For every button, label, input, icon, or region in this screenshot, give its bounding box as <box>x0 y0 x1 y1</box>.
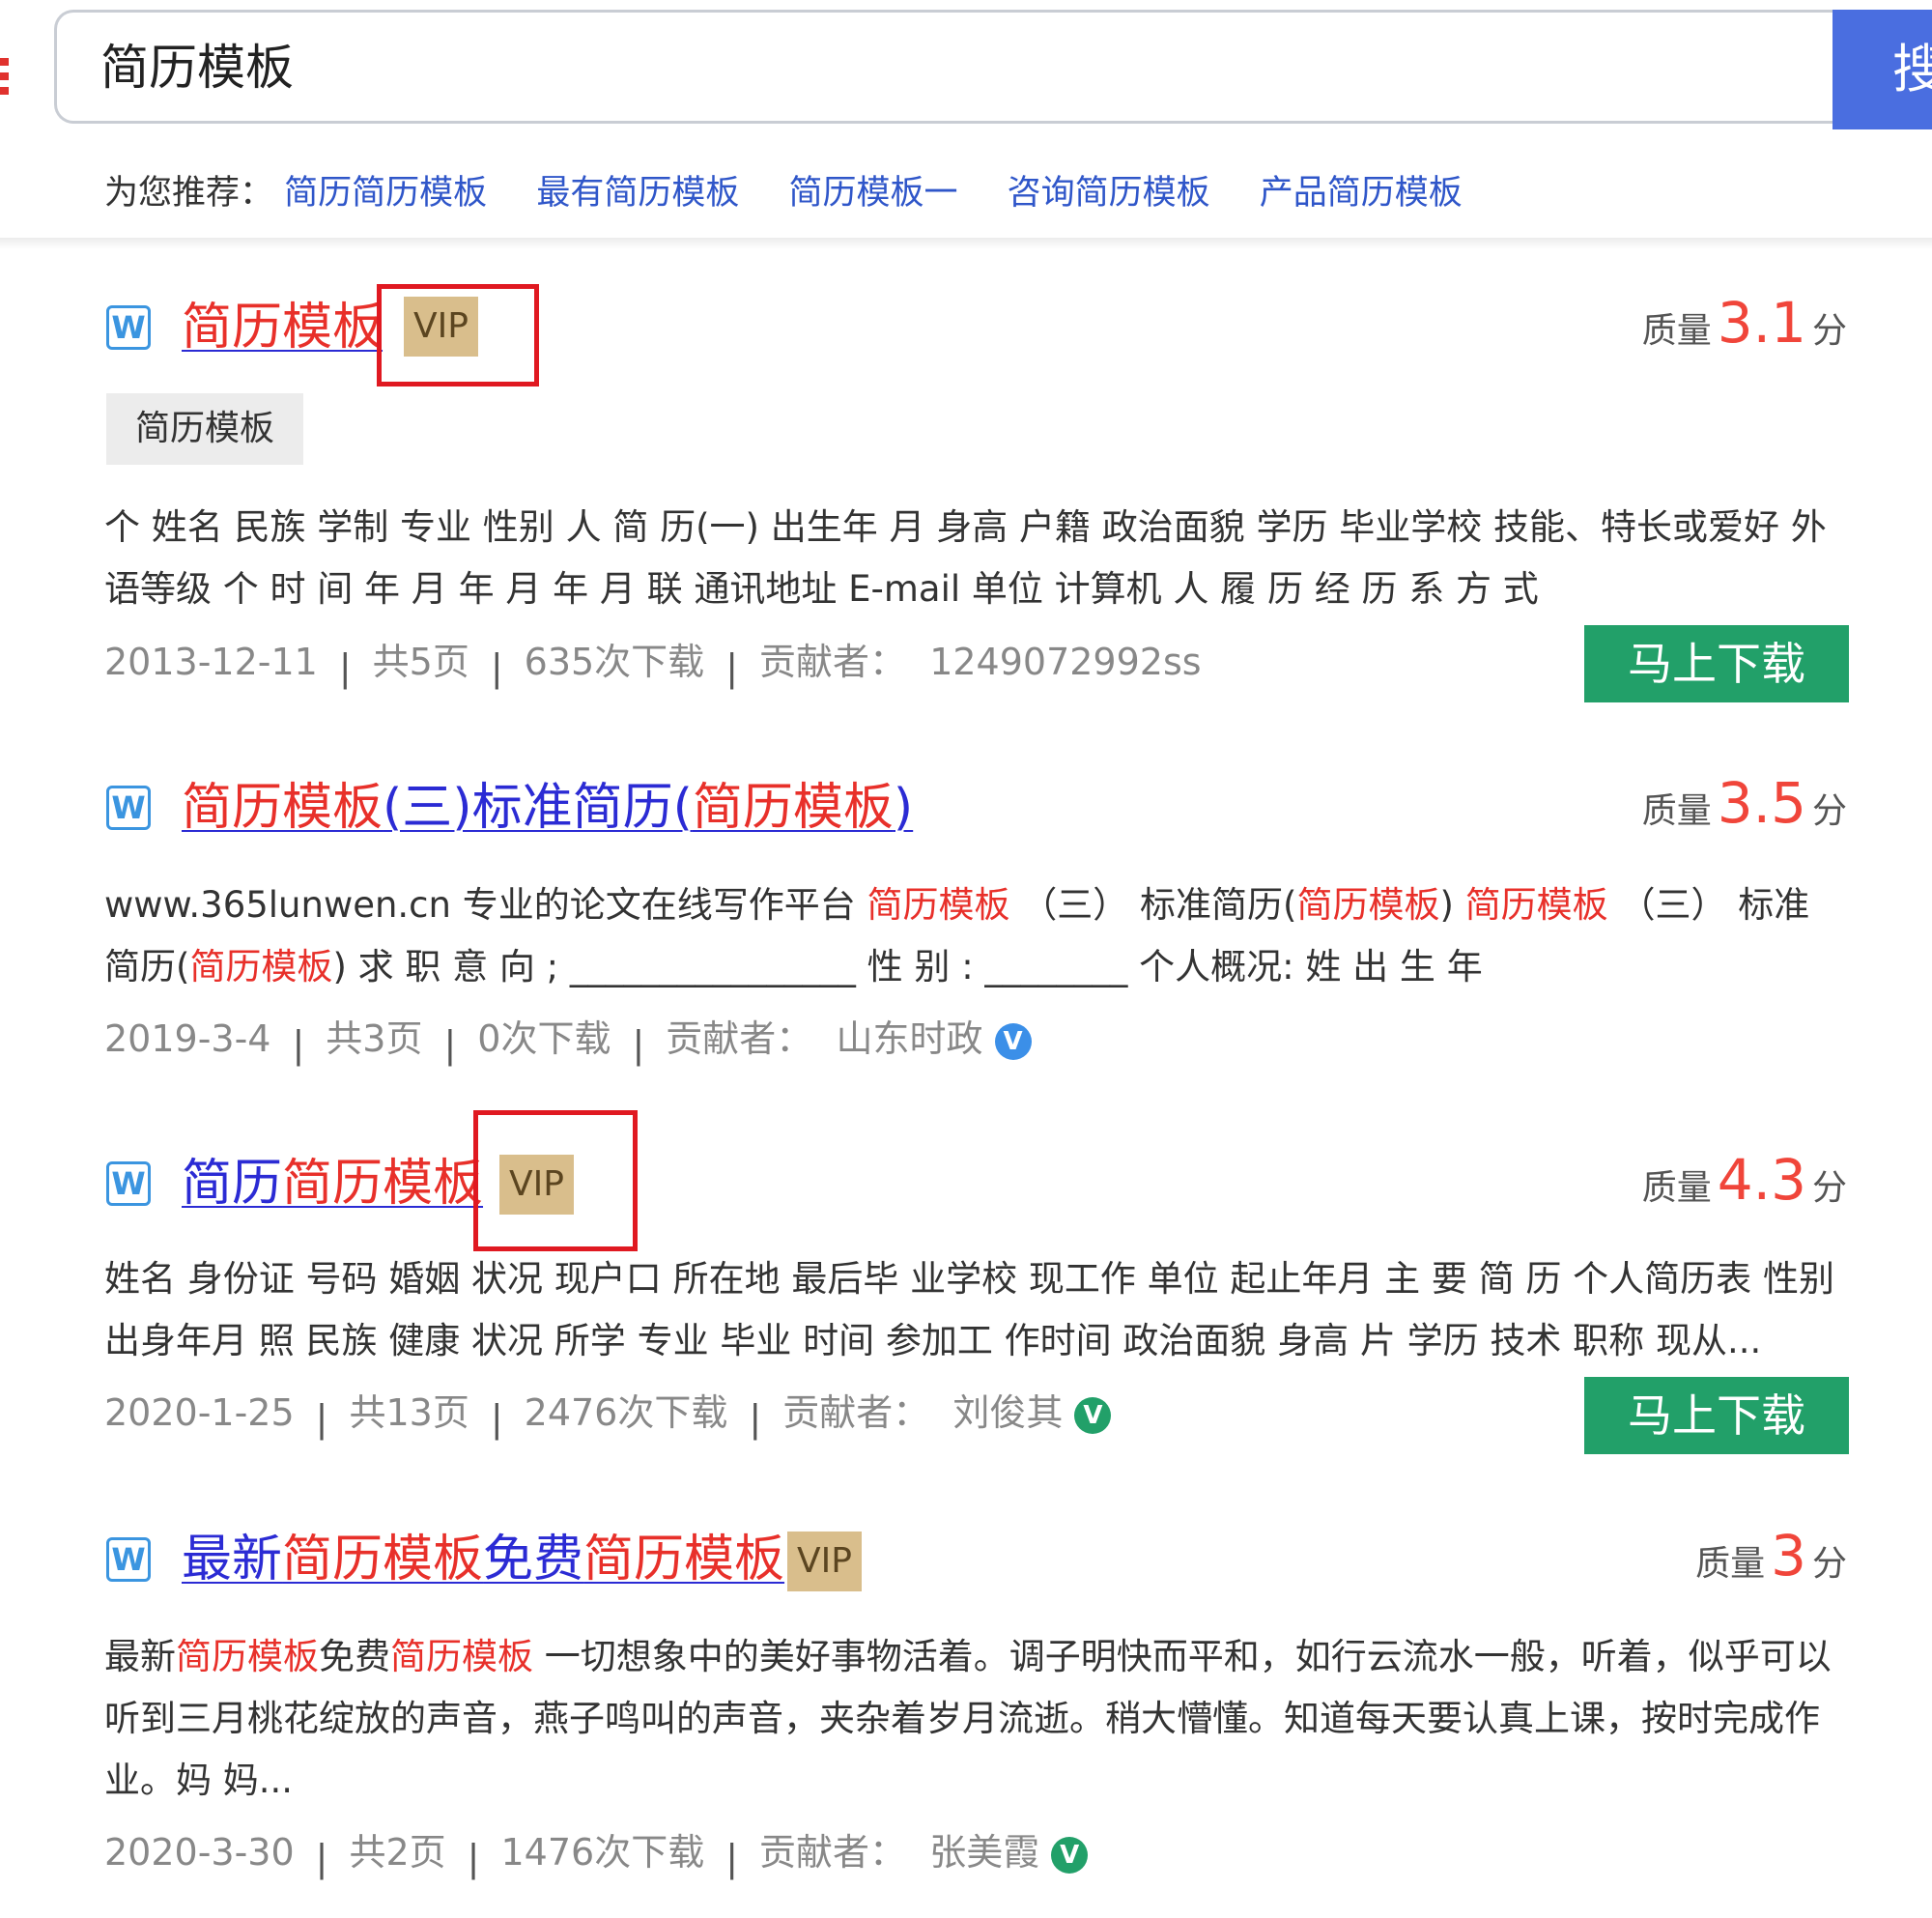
quality-score: 质量 3.1 分 <box>1642 290 1847 356</box>
result-tag[interactable]: 简历模板 <box>106 393 303 465</box>
contributor-name[interactable]: 张美霞 <box>929 1831 1039 1874</box>
verified-icon: V <box>994 1023 1032 1060</box>
text-segment: ) <box>893 779 914 837</box>
score-value: 4.3 <box>1717 1147 1806 1213</box>
quality-label: 质量 <box>1641 311 1712 351</box>
highlight-keyword: 简历模板 <box>189 946 333 988</box>
text-segment: www.365lunwen.cn 专业的论文在线写作平台 <box>104 884 867 926</box>
search-query-text[interactable]: 简历模板 <box>100 41 294 95</box>
quality-score: 质量 3 分 <box>1695 1523 1847 1589</box>
result-pages: 共13页 <box>349 1391 469 1434</box>
result-meta: 2020-1-25 | 共13页 | 2476次下载 | 贡献者： 刘俊其 V <box>104 1388 1112 1440</box>
text-segment: (三)标准简历( <box>383 779 693 837</box>
result-date: 2020-1-25 <box>104 1391 295 1434</box>
word-doc-icon: W <box>106 1537 151 1582</box>
result-description: www.365lunwen.cn 专业的论文在线写作平台 简历模板 （三） 标准… <box>104 874 1843 998</box>
recommend-link[interactable]: 产品简历模板 <box>1260 174 1463 213</box>
result-downloads: 635次下载 <box>524 641 705 683</box>
score-unit: 分 <box>1811 311 1847 351</box>
logo-fragment <box>0 58 9 104</box>
highlight-keyword: 简历模板 <box>867 884 1010 926</box>
result-downloads: 1476次下载 <box>500 1831 705 1874</box>
word-doc-icon: W <box>106 1161 151 1206</box>
contributor-label: 贡献者： <box>782 1391 930 1434</box>
result-description: 个 姓名 民族 学制 专业 性别 人 简 历(一) 出生年 月 身高 户籍 政治… <box>104 497 1843 620</box>
quality-score: 质量 4.3 分 <box>1642 1147 1847 1213</box>
search-button[interactable]: 搜 <box>1833 10 1932 129</box>
quality-label: 质量 <box>1641 791 1712 831</box>
recommend-link[interactable]: 最有简历模板 <box>536 174 739 213</box>
quality-label: 质量 <box>1641 1168 1712 1208</box>
text-segment: 最新 <box>182 1531 283 1589</box>
result-downloads: 0次下载 <box>477 1017 611 1060</box>
text-segment: （三） 标准简历( <box>1009 884 1297 926</box>
quality-score: 质量 3.5 分 <box>1642 770 1847 836</box>
text-segment: 免费 <box>483 1531 584 1589</box>
verified-icon: V <box>1051 1837 1089 1874</box>
result-title[interactable]: 简历简历模板 <box>182 1154 483 1214</box>
highlight-keyword: 简历模板 <box>176 1636 319 1677</box>
result-title[interactable]: 简历模板 <box>182 298 383 358</box>
highlight-keyword: 简历模板 <box>1296 884 1440 926</box>
contributor-label: 贡献者： <box>759 641 907 683</box>
header-divider <box>0 238 1932 249</box>
score-value: 3.1 <box>1717 290 1806 356</box>
result-meta: 2019-3-4 | 共3页 | 0次下载 | 贡献者： 山东时政 V <box>104 1015 1032 1066</box>
score-unit: 分 <box>1811 1168 1847 1208</box>
score-unit: 分 <box>1811 791 1847 831</box>
result-date: 2020-3-30 <box>104 1831 295 1874</box>
highlight-keyword: 简历模板 <box>182 779 384 837</box>
contributor-name[interactable]: 山东时政 <box>836 1017 982 1060</box>
score-unit: 分 <box>1811 1544 1847 1584</box>
result-downloads: 2476次下载 <box>524 1391 728 1434</box>
verified-icon: V <box>1074 1397 1112 1434</box>
quality-label: 质量 <box>1695 1544 1766 1584</box>
highlight-keyword: 简历模板 <box>182 299 384 357</box>
contributor-name[interactable]: 刘俊其 <box>952 1391 1063 1434</box>
text-segment: 免费 <box>319 1636 390 1677</box>
result-meta: 2013-12-11 | 共5页 | 635次下载 | 贡献者： 1249072992ss <box>104 641 1202 689</box>
result-pages: 共3页 <box>326 1017 423 1060</box>
result-pages: 共2页 <box>349 1831 446 1874</box>
result-description: 姓名 身份证 号码 婚姻 状况 现户口 所在地 最后毕 业学校 现工作 单位 起… <box>104 1248 1843 1372</box>
highlight-keyword: 简历模板 <box>583 1531 785 1589</box>
result-date: 2019-3-4 <box>104 1017 271 1060</box>
recommend-link[interactable]: 咨询简历模板 <box>1008 174 1210 213</box>
text-segment: 最新 <box>104 1636 176 1677</box>
highlight-keyword: 简历模板 <box>390 1636 533 1677</box>
contributor-name[interactable]: 1249072992ss <box>929 641 1201 683</box>
result-title[interactable]: 最新简历模板免费简历模板 <box>182 1530 784 1589</box>
download-button[interactable]: 马上下载 <box>1584 1377 1849 1454</box>
score-value: 3.5 <box>1717 770 1806 836</box>
highlight-keyword: 简历模板 <box>1464 884 1608 926</box>
contributor-label: 贡献者： <box>759 1831 907 1874</box>
search-header: 简历模板 搜 为您推荐： 简历简历模板 最有简历模板 简历模板一 咨询简历模板 … <box>0 0 1932 242</box>
recommend-link[interactable]: 简历模板一 <box>788 174 957 213</box>
contributor-label: 贡献者： <box>666 1017 813 1060</box>
highlight-keyword: 简历模板 <box>692 779 894 837</box>
vip-badge: VIP <box>787 1532 862 1591</box>
score-value: 3 <box>1771 1523 1806 1589</box>
word-doc-icon: W <box>106 305 151 350</box>
text-segment: ) <box>1439 884 1465 926</box>
recommend-link[interactable]: 简历简历模板 <box>284 174 487 213</box>
vip-annotation-frame <box>473 1110 638 1251</box>
highlight-keyword: 简历模板 <box>282 1155 484 1213</box>
download-button[interactable]: 马上下载 <box>1584 625 1849 702</box>
highlight-keyword: 简历模板 <box>282 1531 484 1589</box>
search-input[interactable] <box>54 10 1841 124</box>
text-segment: 个 姓名 民族 学制 专业 性别 人 简 历(一) 出生年 月 身高 户籍 政治… <box>104 506 1827 610</box>
result-date: 2013-12-11 <box>104 641 318 683</box>
text-segment: ) 求 职 意 向 ; ________________ 性 别 : _____… <box>332 946 1483 988</box>
result-meta: 2020-3-30 | 共2页 | 1476次下载 | 贡献者： 张美霞 V <box>104 1828 1089 1879</box>
recommend-bar: 为您推荐： 简历简历模板 最有简历模板 简历模板一 咨询简历模板 产品简历模板 <box>104 172 1501 215</box>
recommend-label: 为您推荐： <box>104 174 274 213</box>
result-description: 最新简历模板免费简历模板 一切想象中的美好事物活着。调子明快而平和，如行云流水一… <box>104 1626 1843 1812</box>
result-title[interactable]: 简历模板(三)标准简历(简历模板) <box>182 778 913 838</box>
word-doc-icon: W <box>106 786 151 830</box>
vip-annotation-frame <box>377 284 539 386</box>
text-segment: 简历 <box>182 1155 283 1213</box>
result-pages: 共5页 <box>372 641 469 683</box>
text-segment: 姓名 身份证 号码 婚姻 状况 现户口 所在地 最后毕 业学校 现工作 单位 起… <box>104 1258 1834 1361</box>
